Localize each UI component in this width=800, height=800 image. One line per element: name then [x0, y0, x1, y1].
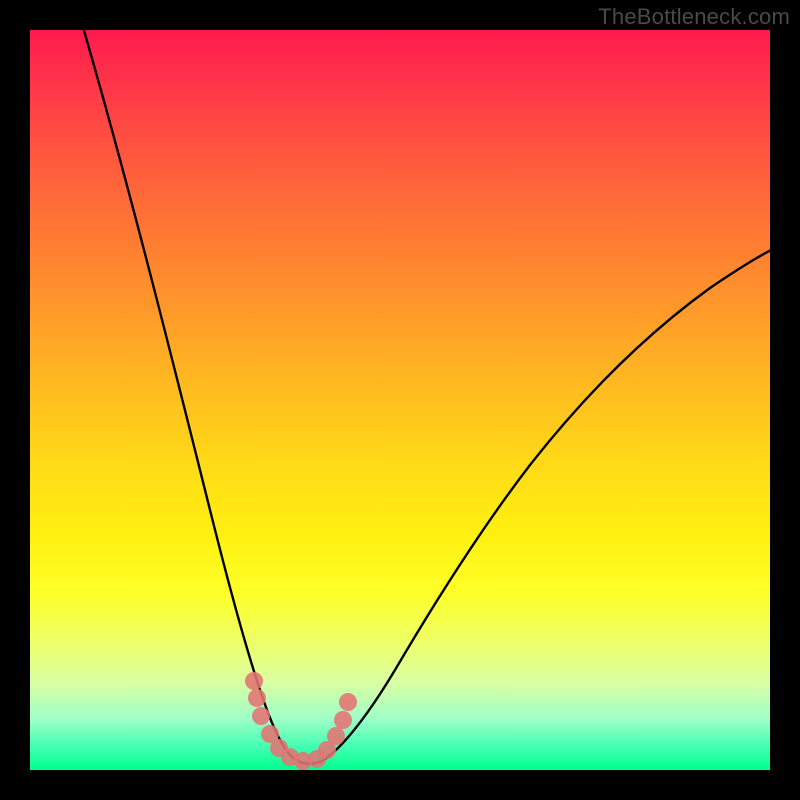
chart-svg	[30, 30, 770, 770]
bottleneck-curve	[78, 30, 770, 764]
bottom-marker-cluster	[245, 672, 357, 770]
chart-plot-area	[30, 30, 770, 770]
watermark-text: TheBottleneck.com	[598, 4, 790, 30]
